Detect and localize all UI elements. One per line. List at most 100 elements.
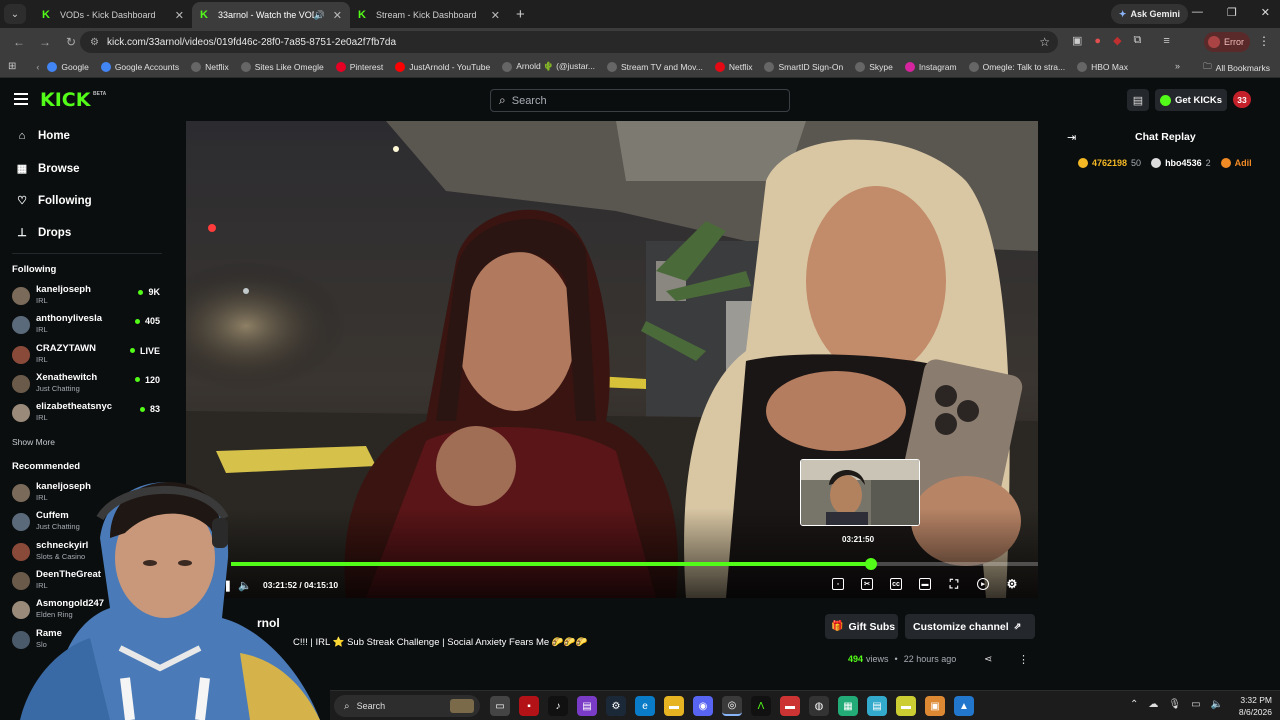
- bookmark-item[interactable]: Google Accounts: [100, 61, 179, 72]
- kick-logo[interactable]: KICK: [40, 89, 90, 111]
- customize-channel-button[interactable]: Customize channel ⇗: [905, 614, 1035, 639]
- address-bar[interactable]: ⚙ kick.com/33arnol/videos/019fd46c-28f0-…: [80, 31, 1058, 53]
- bookmark-item[interactable]: Arnold 🌵 (@justar...: [502, 61, 595, 72]
- app-icon[interactable]: ▣: [925, 696, 945, 716]
- app-icon[interactable]: ▪: [519, 696, 539, 716]
- task-view-icon[interactable]: ▭: [490, 696, 510, 716]
- discord-icon[interactable]: ◉: [693, 696, 713, 716]
- profile-error-button[interactable]: Error: [1204, 32, 1250, 52]
- collapse-chat-icon[interactable]: ⇥: [1067, 131, 1076, 144]
- miniplayer-icon[interactable]: ▫: [832, 578, 844, 590]
- gifter-name[interactable]: Adil: [1235, 158, 1252, 168]
- sidebar-channel[interactable]: kaneljosephIRL 9K: [12, 284, 162, 312]
- close-tab-icon[interactable]: ✕: [491, 9, 500, 22]
- sidebar-channel[interactable]: anthonylivesla IRL 405: [12, 313, 162, 341]
- extension-icon[interactable]: ▣: [1072, 34, 1082, 47]
- site-info-icon[interactable]: ⚙: [90, 37, 99, 48]
- share-icon[interactable]: ⋖: [984, 654, 992, 665]
- bookmark-item[interactable]: Skype: [855, 61, 893, 72]
- extension-icon[interactable]: ◆: [1113, 34, 1121, 47]
- get-kicks-button[interactable]: Get KICKs: [1155, 89, 1227, 111]
- sidebar-item-home[interactable]: ⌂ Home: [14, 130, 70, 142]
- bookmarks-scroll-left-icon[interactable]: ‹: [36, 62, 39, 72]
- tab-stream-dashboard[interactable]: K Stream - Kick Dashboard ✕: [350, 2, 508, 28]
- bookmark-item[interactable]: JustArnold - YouTube: [395, 61, 490, 72]
- audio-playing-icon[interactable]: 🔊: [314, 10, 325, 21]
- sidebar-channel[interactable]: CRAZYTAWN IRL LIVE: [12, 343, 162, 371]
- bookmark-item[interactable]: Netflix: [714, 61, 752, 72]
- ask-gemini-button[interactable]: ✦ Ask Gemini: [1110, 4, 1188, 24]
- playback-speed-icon[interactable]: ▸: [977, 578, 989, 590]
- edge-icon[interactable]: e: [635, 696, 655, 716]
- dashboard-button[interactable]: ▤: [1127, 89, 1149, 111]
- theater-mode-icon[interactable]: ▬: [919, 578, 931, 590]
- app-icon[interactable]: ▬: [780, 696, 800, 716]
- hamburger-menu-icon[interactable]: [14, 93, 28, 105]
- tray-expand-icon[interactable]: ⌃: [1130, 699, 1138, 710]
- fullscreen-icon[interactable]: ⛶: [948, 577, 960, 591]
- search-input[interactable]: ⌕ Search: [490, 89, 790, 112]
- bookmark-item[interactable]: Sites Like Omegle: [240, 61, 324, 72]
- network-icon[interactable]: ▭: [1191, 699, 1200, 710]
- bookmark-item[interactable]: Pinterest: [335, 61, 383, 72]
- bookmark-item[interactable]: Google: [47, 61, 89, 72]
- tab-vods-dashboard[interactable]: K VODs - Kick Dashboard ✕: [34, 2, 192, 28]
- seek-bar[interactable]: [231, 558, 1038, 570]
- extension-icon[interactable]: ●: [1094, 35, 1101, 47]
- taskbar-clock[interactable]: 3:32 PM 8/6/2026: [1232, 694, 1272, 718]
- notification-badge[interactable]: 33: [1233, 91, 1251, 108]
- more-options-icon[interactable]: ⋮: [1018, 653, 1029, 666]
- more-bookmarks-icon[interactable]: »: [1175, 61, 1180, 71]
- speaker-icon[interactable]: 🔈: [1211, 699, 1223, 710]
- extensions-puzzle-icon[interactable]: ⧉: [1134, 34, 1142, 47]
- bookmark-item[interactable]: SmartID Sign-On: [764, 61, 843, 72]
- seek-handle[interactable]: [864, 558, 877, 570]
- chrome-icon[interactable]: ◎: [722, 696, 742, 716]
- gifter-name[interactable]: hbo4536: [1165, 158, 1202, 168]
- restore-icon[interactable]: ❐: [1227, 6, 1237, 19]
- all-bookmarks-button[interactable]: 🗀 All Bookmarks: [1203, 61, 1270, 75]
- bookmark-item[interactable]: Netflix: [191, 61, 229, 72]
- obs-icon[interactable]: ◍: [809, 696, 829, 716]
- new-tab-button[interactable]: +: [516, 6, 525, 23]
- show-more-link[interactable]: Show More: [12, 437, 55, 447]
- app-icon[interactable]: ▬: [896, 696, 916, 716]
- apps-grid-icon[interactable]: ⊞: [8, 61, 16, 72]
- sidebar-item-following[interactable]: ♡ Following: [14, 194, 92, 208]
- steam-icon[interactable]: ⚙: [606, 696, 626, 716]
- app-icon[interactable]: ▤: [867, 696, 887, 716]
- bookmark-item[interactable]: HBO Max: [1077, 61, 1128, 72]
- settings-gear-icon[interactable]: ⚙: [1006, 577, 1018, 591]
- bookmark-star-icon[interactable]: ☆: [1039, 35, 1050, 49]
- gift-subs-button[interactable]: 🎁 Gift Subs: [825, 614, 898, 639]
- back-icon[interactable]: ←: [12, 35, 26, 49]
- gifter-name[interactable]: 4762198: [1092, 158, 1127, 168]
- file-explorer-icon[interactable]: ▬: [664, 696, 684, 716]
- sidebar-channel[interactable]: elizabetheatsnyc IRL 83: [12, 401, 162, 429]
- microphone-icon[interactable]: 🎙: [1168, 699, 1181, 710]
- tab-watch-vod[interactable]: K 33arnol - Watch the VOD o 🔊 ✕: [192, 2, 350, 28]
- sidebar-item-drops[interactable]: ⊥ Drops: [14, 226, 71, 240]
- app-icon[interactable]: ▤: [577, 696, 597, 716]
- bookmark-item[interactable]: Instagram: [904, 61, 957, 72]
- tab-search-button[interactable]: ⌄: [4, 4, 26, 24]
- bookmark-item[interactable]: Omegle: Talk to stra...: [968, 61, 1065, 72]
- onedrive-icon[interactable]: ☁: [1148, 699, 1158, 710]
- app-icon[interactable]: ▦: [838, 696, 858, 716]
- reload-icon[interactable]: ↻: [64, 35, 78, 49]
- tiktok-icon[interactable]: ♪: [548, 696, 568, 716]
- minimize-icon[interactable]: —: [1192, 6, 1203, 19]
- clip-icon[interactable]: ✂: [861, 578, 873, 590]
- forward-icon[interactable]: →: [38, 35, 52, 49]
- browser-menu-icon[interactable]: ⋮: [1258, 34, 1270, 48]
- app-icon[interactable]: ▲: [954, 696, 974, 716]
- media-control-icon[interactable]: ≡: [1163, 35, 1169, 47]
- app-icon[interactable]: Λ: [751, 696, 771, 716]
- close-tab-icon[interactable]: ✕: [175, 9, 184, 22]
- close-tab-icon[interactable]: ✕: [333, 9, 342, 22]
- sidebar-channel[interactable]: Xenathewitch Just Chatting 120: [12, 372, 162, 400]
- taskbar-search[interactable]: ⌕ Search: [334, 695, 480, 717]
- bookmark-item[interactable]: Stream TV and Mov...: [606, 61, 703, 72]
- sidebar-item-browse[interactable]: ▦ Browse: [14, 162, 80, 176]
- close-window-icon[interactable]: ✕: [1261, 6, 1270, 19]
